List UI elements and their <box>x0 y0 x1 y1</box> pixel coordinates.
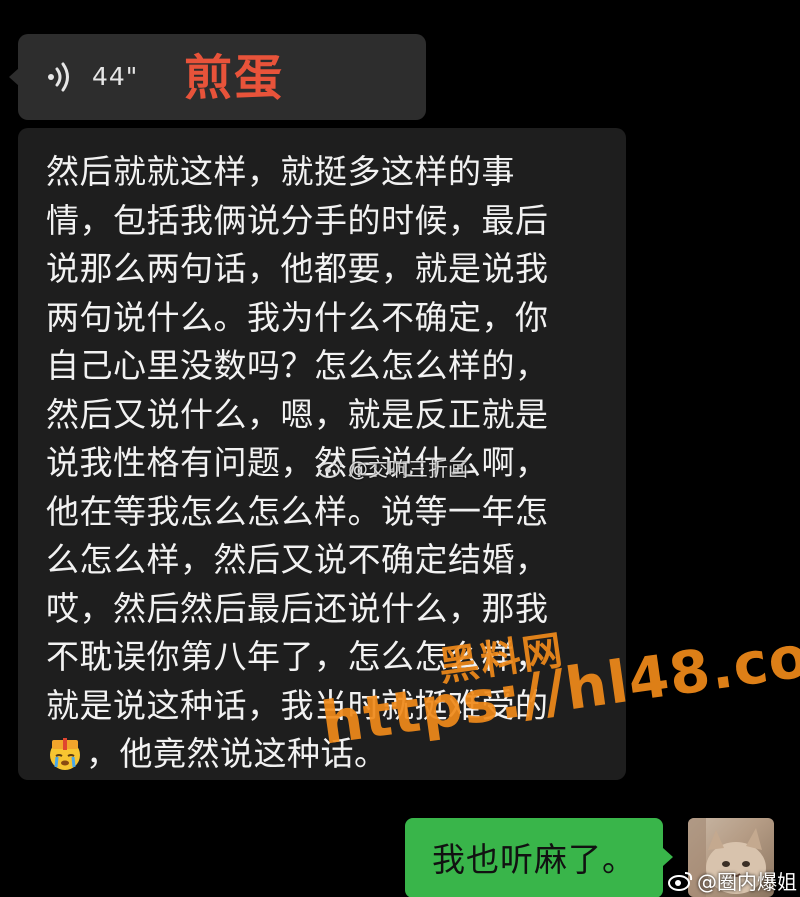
weibo-watermark-bottom: @圈内爆姐 <box>668 866 797 894</box>
transcript-line: 自己心里没数吗？怎么怎么样的， <box>46 346 549 385</box>
transcript-line: 说那么两句话，他都要，就是说我 <box>46 249 549 288</box>
weibo-watermark-text: @圈内爆姐 <box>697 869 797 894</box>
weibo-watermark-mid: @交响三折画 <box>318 452 468 482</box>
transcript-line: 然后就就这样，就挺多这样的事 <box>46 152 515 191</box>
transcript-line: 么怎么样，然后又说不确定结婚， <box>46 540 549 579</box>
bubble-tail <box>663 848 673 866</box>
voice-wave-icon <box>48 62 69 92</box>
transcript-line: 他在等我怎么怎么样。说等一年怎 <box>46 491 549 531</box>
chat-screen: 44" 煎蛋 然后就就这样，就挺多这样的事 情，包括我俩说分手的时候，最后 说那… <box>0 0 800 897</box>
transcript-line: 情，包括我俩说分手的时候，最后 <box>46 200 549 240</box>
bubble-tail <box>9 68 19 86</box>
weibo-logo-icon <box>668 872 693 891</box>
weibo-logo-icon <box>318 459 343 478</box>
outgoing-message-text: 我也听麻了。 <box>432 840 636 879</box>
transcript-line: 两句说什么。我为什么不确定，你 <box>46 297 549 337</box>
crying-gift-emoji-icon <box>50 738 80 770</box>
weibo-watermark-text: @交响三折画 <box>348 456 468 481</box>
voice-duration: 44" <box>92 62 139 91</box>
caller-name-overlay: 煎蛋 <box>184 50 285 106</box>
transcript-line: 然后又说什么，嗯，就是反正就是 <box>46 394 549 434</box>
